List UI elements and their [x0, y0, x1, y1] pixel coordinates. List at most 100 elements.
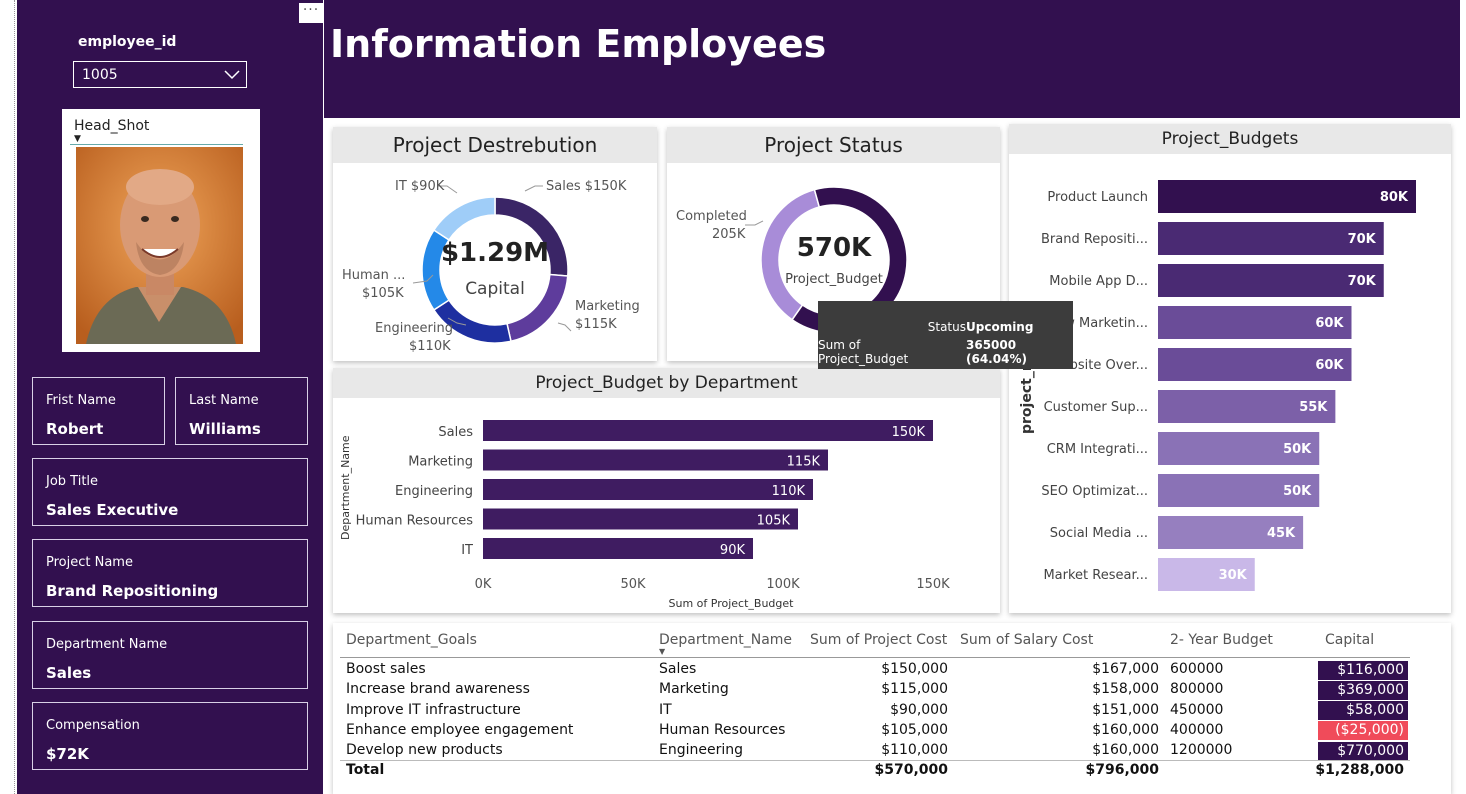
chevron-down-icon: [224, 70, 240, 80]
column-header[interactable]: Sum of Project Cost: [810, 632, 947, 648]
department-cell: Marketing: [659, 681, 729, 698]
job-title-card: Job Title Sales Executive: [32, 458, 308, 526]
card-label: Compensation: [46, 718, 140, 733]
salary-cost-cell: $160,000: [1092, 721, 1159, 738]
salary-cost-cell: $167,000: [1092, 661, 1159, 677]
slice-value-engineering: $110K: [409, 339, 451, 354]
bar-3[interactable]: [483, 508, 798, 530]
distribution-slice-it[interactable]: [432, 196, 496, 241]
sort-caret-icon[interactable]: ▼: [659, 647, 665, 656]
slicer-label: employee_id: [78, 34, 177, 50]
x-tick-label: 150K: [916, 577, 950, 592]
data-label: 70K: [1348, 232, 1377, 247]
data-label: 55K: [1299, 400, 1328, 415]
project-budgets-visual[interactable]: Project_Budgets project_na... Product La…: [1009, 124, 1451, 613]
category-label: Marketing: [408, 455, 473, 470]
capital-cell: ($25,000): [1318, 721, 1408, 741]
goal-cell: Boost sales: [346, 661, 426, 677]
budget-by-department-visual[interactable]: Project_Budget by Department Department_…: [333, 368, 1000, 613]
center-value: $1.29M: [441, 238, 549, 268]
category-label: CRM Integrati...: [1047, 442, 1148, 457]
data-label: 70K: [1348, 274, 1377, 289]
donut-chart: $1.29M Capital Sales $150K IT $90K Human…: [342, 179, 640, 354]
slice-label-marketing: Marketing: [575, 299, 640, 314]
data-label: 110K: [772, 484, 806, 499]
two-year-budget-cell: 800000: [1170, 681, 1224, 698]
capital-cell: $369,000: [1318, 680, 1408, 700]
bar-1[interactable]: [483, 449, 828, 471]
project-distribution-visual[interactable]: Project Destrebution $1.29M Capital Sale…: [333, 127, 657, 361]
column-header[interactable]: 2- Year Budget: [1170, 632, 1273, 648]
canvas-edge: [14, 0, 15, 794]
y-axis-label: Department_Name: [339, 435, 352, 540]
goal-cell: Improve IT infrastructure: [346, 701, 521, 718]
visual-title: Project Destrebution: [333, 127, 657, 163]
column-header[interactable]: Department_Name: [659, 632, 792, 648]
two-year-budget-cell: 450000: [1170, 701, 1224, 718]
x-tick-label: 0K: [475, 577, 492, 592]
goal-cell: Develop new products: [346, 742, 503, 759]
slice-label-sales: Sales $150K: [546, 179, 627, 194]
card-label: Department Name: [46, 637, 168, 652]
center-label: Project_Budget: [785, 272, 883, 287]
slice-value-marketing: $115K: [575, 317, 617, 332]
headshot-title: Head_Shot: [74, 118, 150, 134]
column-header[interactable]: Capital: [1325, 632, 1374, 648]
data-label: 150K: [892, 425, 926, 440]
slice-value-hr: $105K: [362, 286, 404, 301]
two-year-budget-cell: 400000: [1170, 721, 1224, 738]
bar-0[interactable]: [483, 420, 933, 441]
project-name-card: Project Name Brand Repositioning: [32, 539, 308, 607]
card-value: $72K: [46, 745, 89, 763]
salary-cost-cell: $151,000: [1092, 701, 1159, 718]
tooltip-key: Sum of Project_Budget: [818, 338, 909, 366]
card-value: Sales: [46, 664, 92, 682]
department-cell: Engineering: [659, 742, 743, 759]
data-label: 50K: [1283, 442, 1312, 457]
department-cell: Sales: [659, 661, 697, 677]
salary-cost-cell: $160,000: [1092, 742, 1159, 759]
two-year-budget-cell: 1200000: [1170, 742, 1233, 759]
center-value: 570K: [797, 233, 872, 263]
slice-label-engineering: Engineering: [375, 321, 453, 336]
capital-cell: $770,000: [1318, 741, 1408, 761]
goal-cell: Increase brand awareness: [346, 681, 530, 698]
bar-2[interactable]: [483, 479, 813, 500]
salary-cost-cell: $158,000: [1092, 681, 1159, 698]
card-label: Last Name: [189, 393, 259, 408]
two-year-budget-cell: 600000: [1170, 661, 1224, 677]
tooltip-key: Status: [927, 320, 966, 334]
center-label: Capital: [465, 279, 525, 299]
department-cell: Human Resources: [659, 721, 786, 738]
goal-cell: Enhance employee engagement: [346, 721, 574, 738]
x-axis-label: Sum of Project_Budget: [669, 597, 795, 610]
data-label: 45K: [1267, 526, 1296, 541]
category-label: Mobile App D...: [1049, 274, 1148, 289]
total-divider: [340, 760, 1410, 761]
more-options-button[interactable]: ···: [299, 3, 323, 23]
data-label: 105K: [757, 514, 791, 529]
category-label: Sales: [438, 425, 473, 440]
project-cost-cell: $115,000: [881, 681, 948, 698]
sort-caret-icon[interactable]: ▼: [74, 134, 81, 144]
slice-value-completed: 205K: [712, 227, 746, 242]
capital-cell: $116,000: [1318, 660, 1408, 680]
bar-4[interactable]: [483, 538, 753, 559]
total-project-cost: $570,000: [874, 762, 948, 778]
category-label: Social Media ...: [1050, 526, 1148, 541]
category-label: Market Resear...: [1043, 568, 1148, 583]
category-label: IT: [461, 543, 473, 558]
tooltip-value: Upcoming: [966, 320, 1034, 334]
capital-cell: $58,000: [1318, 701, 1408, 721]
category-label: Human Resources: [356, 514, 474, 529]
column-header[interactable]: Sum of Salary Cost: [960, 632, 1093, 648]
bar-0[interactable]: [1158, 180, 1416, 213]
last-name-card: Last Name Williams: [175, 377, 308, 445]
card-label: Project Name: [46, 555, 133, 570]
x-tick-label: 100K: [766, 577, 800, 592]
bar-chart: Department_Name Sum of Project_Budget Sa…: [339, 420, 950, 610]
employee-id-dropdown[interactable]: 1005: [73, 61, 247, 88]
card-value: Brand Repositioning: [46, 582, 219, 600]
data-label: 80K: [1380, 190, 1409, 205]
column-header[interactable]: Department_Goals: [346, 632, 477, 648]
